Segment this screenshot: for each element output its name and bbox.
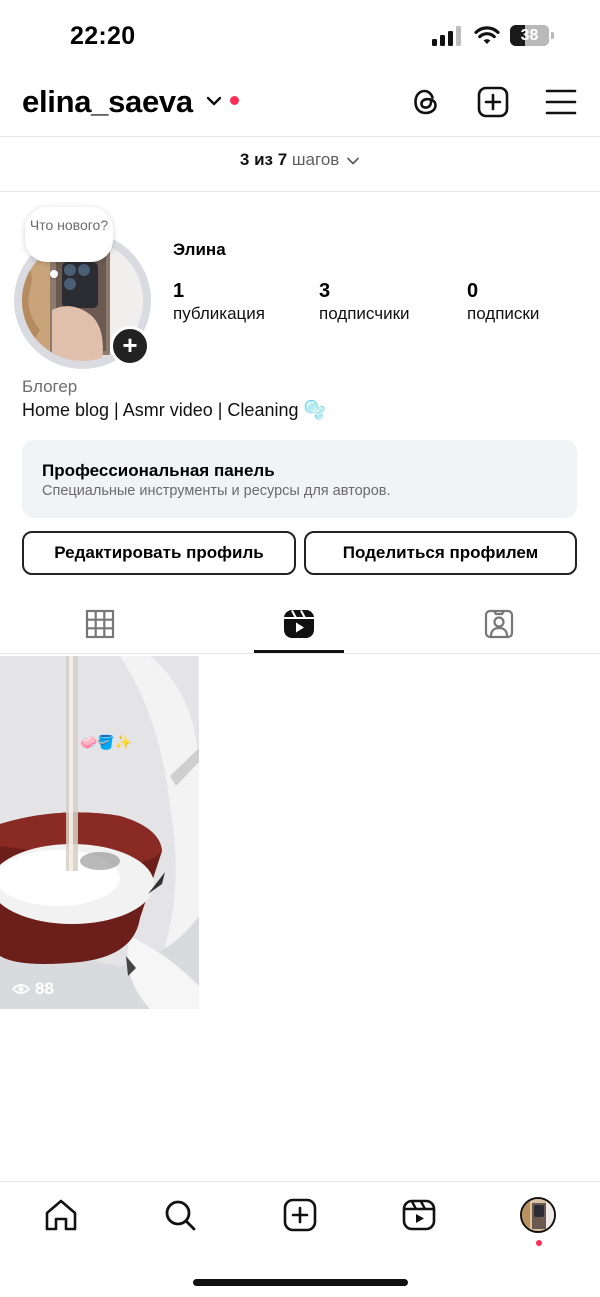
status-time: 22:20 (70, 22, 136, 50)
share-profile-button[interactable]: Поделиться профилем (304, 531, 577, 575)
wifi-icon (474, 26, 500, 44)
following-count[interactable]: 0 (467, 280, 478, 303)
add-story-button[interactable]: + (110, 326, 150, 366)
create-icon[interactable] (283, 1198, 317, 1232)
reel-thumbnail[interactable]: 🧼🪣✨ (0, 656, 199, 1009)
chevron-down-icon (347, 157, 359, 164)
professional-dashboard[interactable]: Профессиональная панель Специальные инст… (22, 440, 577, 518)
profile-category: Блогер (22, 377, 78, 396)
followers-count[interactable]: 3 (319, 280, 330, 303)
battery-icon: 38 (510, 25, 554, 47)
steps-progress: 3 из 7 (239, 150, 288, 169)
tabs-divider (0, 653, 600, 654)
story-note-bubble[interactable]: Что нового? (25, 207, 113, 262)
display-name: Элина (173, 240, 226, 259)
cellular-signal-icon (432, 26, 461, 46)
grid-icon[interactable] (85, 608, 115, 640)
nav-divider (0, 1181, 600, 1182)
pro-panel-title: Профессиональная панель (42, 461, 275, 480)
notification-dot (230, 96, 239, 105)
reel-sticker: 🧼🪣✨ (80, 734, 133, 750)
following-label[interactable]: подписки (467, 304, 539, 324)
steps-divider (0, 191, 600, 192)
home-indicator (193, 1279, 408, 1286)
tagged-icon[interactable] (484, 608, 514, 640)
chevron-down-icon[interactable] (206, 95, 222, 107)
battery-percentage: 38 (520, 27, 539, 44)
steps-label: шагов (291, 150, 340, 169)
profile-nav-avatar[interactable] (520, 1197, 556, 1233)
reels-nav-icon[interactable] (402, 1198, 436, 1232)
posts-label[interactable]: публикация (173, 304, 265, 324)
header-divider (0, 136, 600, 137)
create-post-icon[interactable] (477, 86, 509, 118)
search-icon[interactable] (163, 1198, 197, 1232)
eye-icon (12, 984, 30, 994)
threads-icon[interactable] (410, 86, 442, 118)
account-username[interactable]: elina_saeva (22, 84, 193, 120)
menu-icon[interactable] (545, 86, 577, 118)
reel-views: 88 (12, 979, 54, 999)
pro-panel-subtitle: Специальные инструменты и ресурсы для ав… (42, 483, 391, 499)
reels-icon[interactable] (283, 608, 315, 640)
posts-count[interactable]: 1 (173, 280, 184, 303)
profile-bio: Home blog | Asmr video | Cleaning 🫧 (22, 400, 326, 420)
profile-notification-dot (536, 1240, 542, 1246)
followers-label[interactable]: подписчики (319, 304, 410, 324)
edit-profile-button[interactable]: Редактировать профиль (22, 531, 296, 575)
reel-views-count: 88 (35, 979, 54, 998)
onboarding-steps[interactable]: 3 из 7 шагов (0, 150, 600, 170)
bubble-tail (50, 270, 58, 278)
home-icon[interactable] (44, 1198, 78, 1232)
